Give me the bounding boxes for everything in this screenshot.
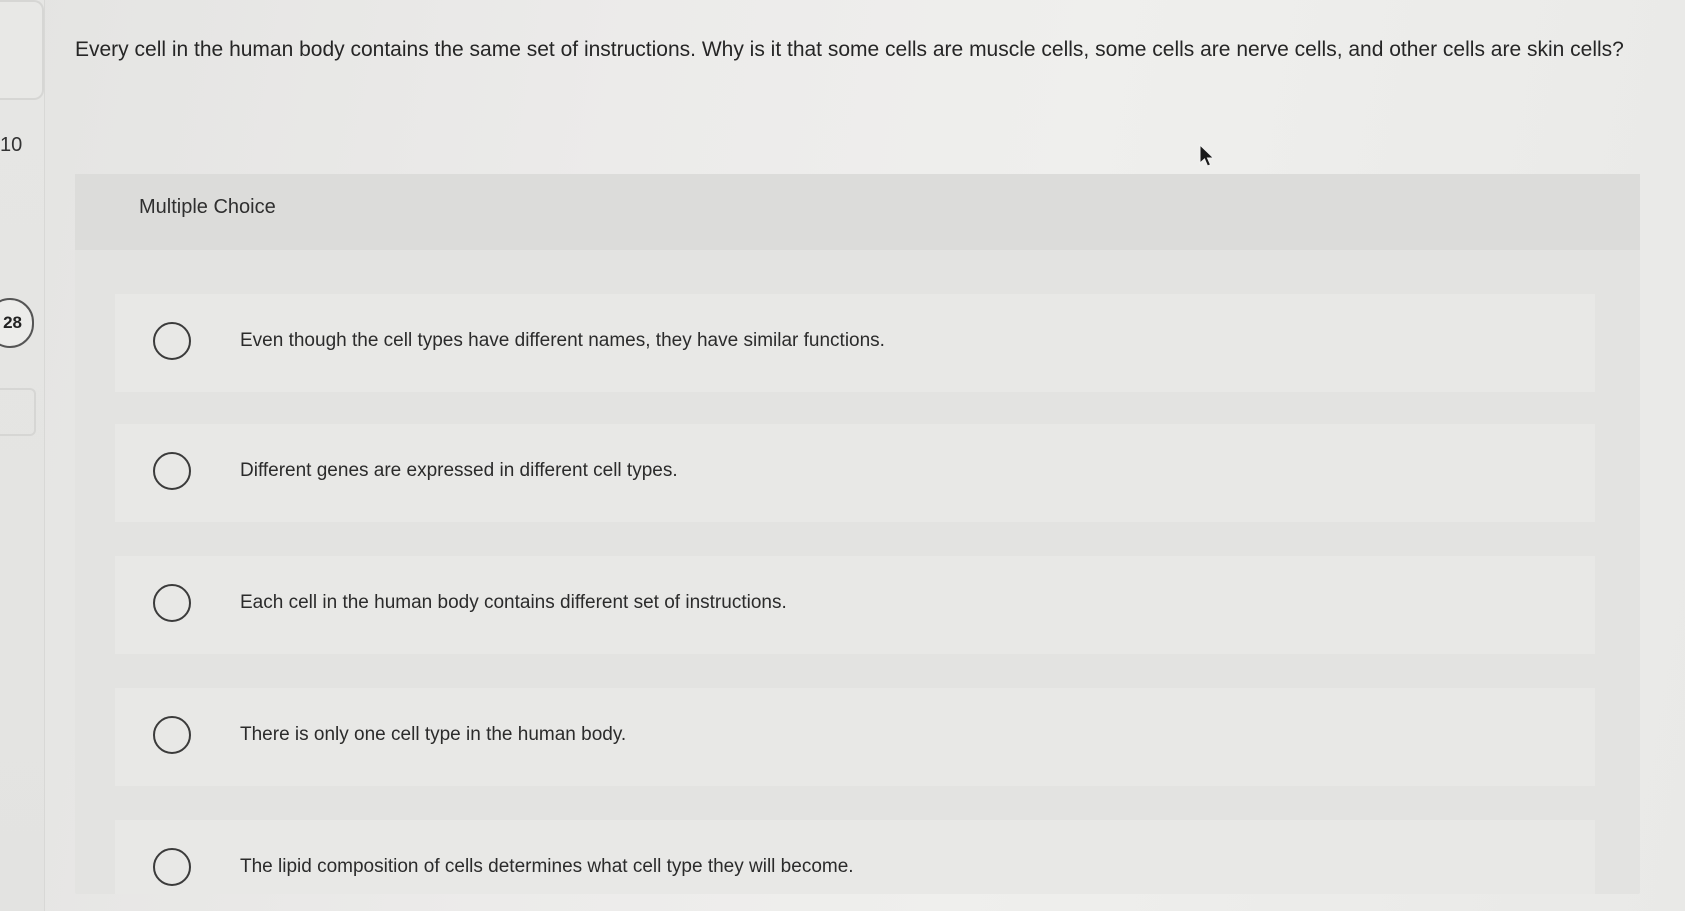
panel-header: Multiple Choice <box>75 174 1640 250</box>
answer-option[interactable]: Different genes are expressed in differe… <box>115 424 1595 522</box>
mouse-cursor-icon <box>1199 144 1215 167</box>
answer-option[interactable]: Each cell in the human body contains dif… <box>115 556 1595 654</box>
radio-button[interactable] <box>153 322 191 360</box>
radio-button[interactable] <box>153 716 191 754</box>
radio-button[interactable] <box>153 452 191 490</box>
question-number: 10 <box>0 134 23 156</box>
rail-box-mid <box>0 388 36 436</box>
answer-option-label: Even though the cell types have differen… <box>240 330 885 351</box>
left-rail: 10 28 <box>0 0 45 911</box>
question-text: Every cell in the human body contains th… <box>75 38 1624 61</box>
answer-option-label: There is only one cell type in the human… <box>240 724 627 745</box>
answer-option[interactable]: There is only one cell type in the human… <box>115 688 1595 786</box>
answer-option-label: Different genes are expressed in differe… <box>240 460 678 481</box>
answer-option[interactable]: The lipid composition of cells determine… <box>115 820 1595 894</box>
score-badge: 28 <box>0 298 34 348</box>
answer-option[interactable]: Even though the cell types have differen… <box>115 294 1595 392</box>
panel-title: Multiple Choice <box>139 196 276 218</box>
answer-option-label: The lipid composition of cells determine… <box>240 856 854 877</box>
radio-button[interactable] <box>153 848 191 886</box>
radio-button[interactable] <box>153 584 191 622</box>
rail-box-top <box>0 0 44 100</box>
answer-option-label: Each cell in the human body contains dif… <box>240 592 787 613</box>
answer-panel: Multiple Choice Even though the cell typ… <box>75 174 1640 894</box>
